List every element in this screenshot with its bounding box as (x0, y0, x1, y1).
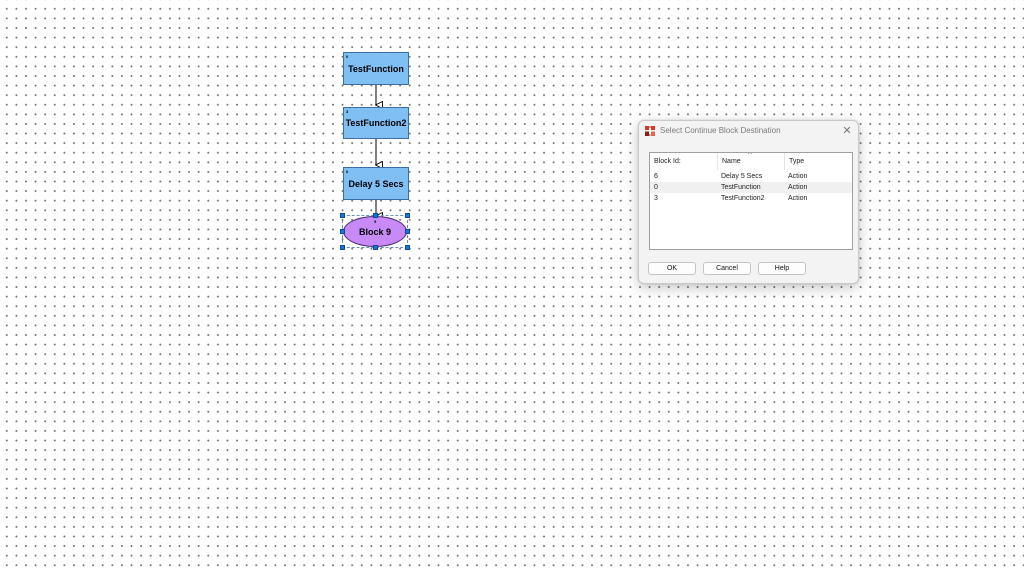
connector-layer (0, 85, 1024, 569)
sort-ascending-icon: ^ (748, 152, 752, 159)
flow-block-block-9[interactable]: 9 Block 9 (343, 216, 407, 247)
cell-block-id: 3 (654, 195, 658, 202)
flow-block-testfunction2[interactable]: 3 TestFunction2 (343, 107, 409, 139)
close-icon[interactable]: ✕ (840, 124, 854, 138)
help-button[interactable]: Help (758, 262, 806, 275)
list-item[interactable]: 0 TestFunction Action (650, 182, 852, 193)
column-header-name-label: Name (722, 158, 741, 165)
cell-name: TestFunction2 (721, 195, 765, 202)
list-item[interactable]: 3 TestFunction2 Action (650, 193, 852, 204)
app-flowchart-icon (645, 126, 655, 136)
block-label: TestFunction2 (345, 118, 407, 128)
cell-block-id: 0 (654, 184, 658, 191)
column-header-block-id[interactable]: Block Id: (650, 153, 717, 170)
cell-block-id: 6 (654, 173, 658, 180)
block-id-label: 3 (346, 109, 349, 114)
cell-type: Action (788, 195, 808, 202)
block-destination-list[interactable]: Block Id: Name ^ Type 6 Delay 5 Secs Act… (649, 152, 853, 250)
column-header-type[interactable]: Type (784, 153, 852, 170)
block-label: Block 9 (358, 226, 391, 237)
ok-button[interactable]: OK (648, 262, 696, 275)
list-header: Block Id: Name ^ Type (650, 153, 852, 170)
resize-handle-bottom-left[interactable] (340, 245, 345, 250)
cell-type: Action (788, 173, 808, 180)
block-id-label: 9 (374, 219, 377, 224)
dialog-title: Select Continue Block Destination (660, 126, 781, 135)
flow-block-testfunction[interactable]: 0 TestFunction (343, 52, 409, 85)
cell-type: Action (788, 184, 808, 191)
cell-name: TestFunction (721, 184, 761, 191)
flowchart-canvas[interactable]: 0 TestFunction 3 TestFunction2 6 Delay 5… (0, 0, 1024, 569)
resize-handle-top-left[interactable] (340, 213, 345, 218)
block-id-label: 0 (346, 54, 349, 59)
resize-handle-middle-right[interactable] (405, 229, 410, 234)
cancel-button[interactable]: Cancel (703, 262, 751, 275)
dialog-titlebar[interactable]: Select Continue Block Destination ✕ (639, 121, 858, 143)
block-label: Delay 5 Secs (348, 178, 404, 189)
resize-handle-top-center[interactable] (373, 213, 378, 218)
resize-handle-top-right[interactable] (405, 213, 410, 218)
resize-handle-bottom-center[interactable] (373, 245, 378, 250)
flow-block-delay-5-secs[interactable]: 6 Delay 5 Secs (343, 167, 409, 200)
block-id-label: 6 (346, 169, 349, 174)
resize-handle-bottom-right[interactable] (405, 245, 410, 250)
block-label: TestFunction (348, 63, 404, 74)
cell-name: Delay 5 Secs (721, 173, 763, 180)
list-item[interactable]: 6 Delay 5 Secs Action (650, 171, 852, 182)
resize-handle-middle-left[interactable] (340, 229, 345, 234)
select-continue-block-dialog: Select Continue Block Destination ✕ Bloc… (638, 120, 859, 284)
